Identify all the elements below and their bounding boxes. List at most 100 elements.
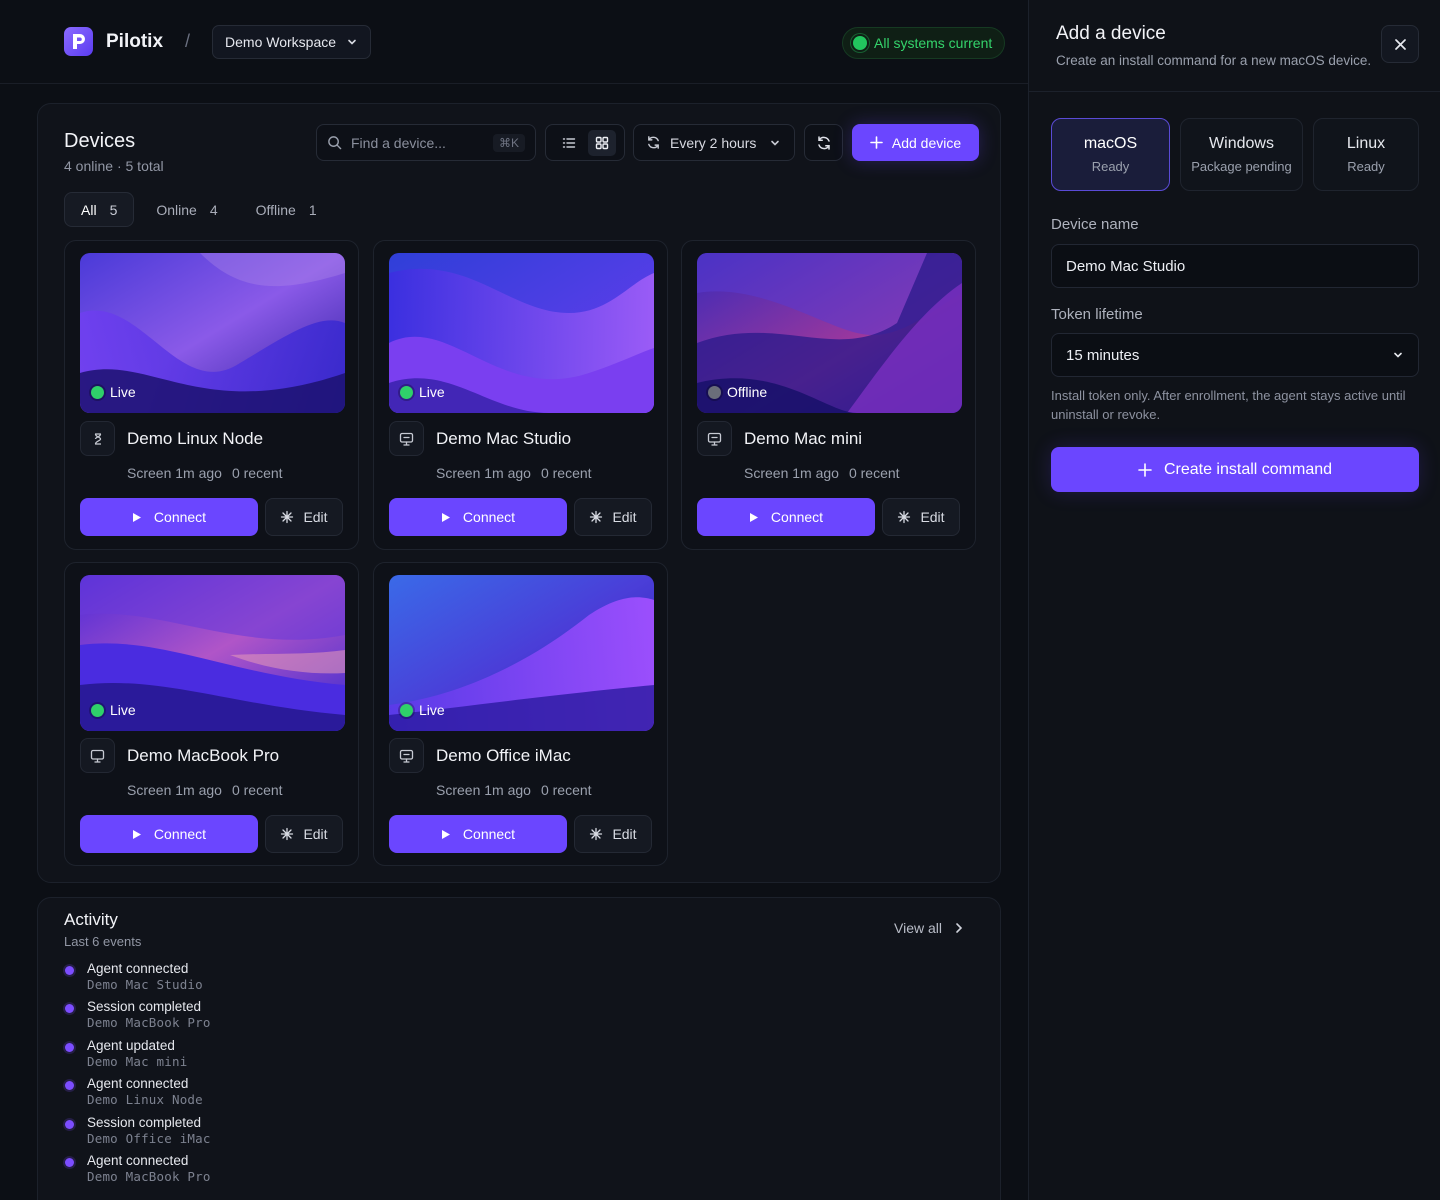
pilotix-logo-icon[interactable] xyxy=(64,27,93,56)
tab-count: 5 xyxy=(109,201,118,218)
connect-label: Connect xyxy=(153,509,207,525)
refresh-interval-select[interactable]: Every 2 hours xyxy=(633,124,795,161)
device-name[interactable]: Demo Office iMac xyxy=(436,746,571,766)
token-lifetime-select[interactable]: 15 minutes xyxy=(1051,333,1419,377)
status-dot-icon xyxy=(853,36,867,50)
view-all-link[interactable]: View all xyxy=(894,920,964,936)
status-label: Live xyxy=(110,702,136,718)
event-dot-icon xyxy=(65,1157,74,1167)
add-device-button[interactable]: Add device xyxy=(852,124,979,161)
refresh-button[interactable] xyxy=(804,124,843,161)
sparkle-icon xyxy=(281,827,294,841)
list-icon xyxy=(562,137,575,148)
edit-label: Edit xyxy=(612,509,637,525)
activity-item[interactable]: Session completed Demo MacBook Pro xyxy=(64,999,211,1037)
screen-time: Screen 1m ago xyxy=(436,782,531,798)
activity-item[interactable]: Session completed Demo Office iMac xyxy=(64,1115,211,1153)
status-label: Live xyxy=(419,384,445,400)
os-name: macOS xyxy=(1083,135,1138,152)
view-toggle[interactable] xyxy=(545,124,625,161)
device-screenshot[interactable]: Live xyxy=(80,253,345,413)
total-count: 5 total xyxy=(125,158,164,174)
list-view-button[interactable] xyxy=(555,130,583,156)
play-icon xyxy=(132,829,141,839)
event-dot-icon xyxy=(65,1081,74,1091)
device-name-field[interactable] xyxy=(1051,244,1419,288)
tab-linux[interactable]: Linux Ready xyxy=(1313,118,1419,191)
edit-button[interactable]: Edit xyxy=(574,498,652,536)
connect-button[interactable]: Connect xyxy=(80,815,258,853)
tab-windows[interactable]: Windows Package pending xyxy=(1180,118,1303,191)
edit-label: Edit xyxy=(303,826,328,842)
offline-status-badge: Offline xyxy=(708,384,767,400)
create-install-command-button[interactable]: Create install command xyxy=(1051,447,1419,492)
event-device: Demo Mac Studio xyxy=(87,977,203,992)
close-icon xyxy=(1394,38,1406,50)
recent-count: 0 recent xyxy=(231,782,283,798)
tab-label: All xyxy=(81,201,97,218)
add-device-label: Add device xyxy=(891,134,962,151)
edit-button[interactable]: Edit xyxy=(265,498,343,536)
connect-button[interactable]: Connect xyxy=(697,498,875,536)
screen-time: Screen 1m ago xyxy=(127,782,222,798)
screen-time: Screen 1m ago xyxy=(436,465,531,481)
live-dot-icon xyxy=(91,703,104,717)
device-search[interactable]: ⌘K xyxy=(316,124,536,161)
edit-button[interactable]: Edit xyxy=(265,815,343,853)
tab-all[interactable]: All 5 xyxy=(64,192,135,227)
monitor-icon xyxy=(80,738,115,773)
device-name-input[interactable] xyxy=(1066,257,1404,275)
close-drawer-button[interactable] xyxy=(1381,25,1419,63)
activity-item[interactable]: Agent connected Demo MacBook Pro xyxy=(64,1153,211,1191)
tab-macos[interactable]: macOS Ready xyxy=(1051,118,1170,191)
tab-offline[interactable]: Offline 1 xyxy=(240,192,333,227)
connect-button[interactable]: Connect xyxy=(389,815,567,853)
device-screenshot[interactable]: Offline xyxy=(697,253,962,413)
recent-count: 0 recent xyxy=(848,465,900,481)
event-dot-icon xyxy=(65,1042,74,1052)
activity-item[interactable]: Agent connected Demo Mac Studio xyxy=(64,961,211,999)
workspace-name: Demo Workspace xyxy=(225,33,337,50)
device-meta: Screen 1m ago 0 recent xyxy=(744,465,900,481)
edit-button[interactable]: Edit xyxy=(574,815,652,853)
sparkle-icon xyxy=(590,510,603,524)
workspace-select[interactable]: Demo Workspace xyxy=(212,24,372,59)
edit-button[interactable]: Edit xyxy=(882,498,960,536)
device-card[interactable]: Offline Demo Mac mini Screen 1m ago 0 re… xyxy=(681,240,976,550)
device-card[interactable]: Live Demo Office iMac Screen 1m ago 0 re… xyxy=(373,562,668,866)
device-name[interactable]: Demo Mac mini xyxy=(744,429,862,449)
search-icon xyxy=(328,136,342,150)
activity-subtitle: Last 6 events xyxy=(64,934,142,949)
event-title: Agent connected xyxy=(87,1152,189,1168)
device-card[interactable]: Live Demo MacBook Pro Screen 1m ago 0 re… xyxy=(64,562,359,866)
tab-online[interactable]: Online 4 xyxy=(140,192,233,227)
connect-button[interactable]: Connect xyxy=(80,498,258,536)
device-name[interactable]: Demo Linux Node xyxy=(127,429,263,449)
grid-view-button[interactable] xyxy=(587,129,616,156)
device-card[interactable]: Live Demo Linux Node Screen 1m ago 0 rec… xyxy=(64,240,359,550)
event-device: Demo Office iMac xyxy=(87,1130,211,1146)
device-name[interactable]: Demo Mac Studio xyxy=(436,429,571,449)
device-card[interactable]: Live Demo Mac Studio Screen 1m ago 0 rec… xyxy=(373,240,668,550)
device-screenshot[interactable]: Live xyxy=(80,575,345,731)
live-status-badge: Live xyxy=(91,384,136,400)
device-screenshot[interactable]: Live xyxy=(389,575,654,731)
system-status-badge[interactable]: All systems current xyxy=(842,27,1006,59)
plus-icon xyxy=(1138,462,1152,477)
view-all-label: View all xyxy=(894,920,942,936)
devices-title: Devices xyxy=(64,130,136,152)
activity-list: Agent connected Demo Mac Studio Session … xyxy=(64,961,211,1191)
connect-button[interactable]: Connect xyxy=(389,498,567,536)
chevron-right-icon xyxy=(956,923,963,933)
activity-item[interactable]: Agent updated Demo Mac mini xyxy=(64,1038,211,1076)
activity-item[interactable]: Agent connected Demo Linux Node xyxy=(64,1076,211,1114)
plus-icon xyxy=(870,136,883,149)
connect-label: Connect xyxy=(462,509,516,525)
event-title: Agent connected xyxy=(87,961,189,976)
device-screenshot[interactable]: Live xyxy=(389,253,654,413)
search-input[interactable] xyxy=(351,134,471,151)
online-count: 4 online xyxy=(64,158,114,174)
device-name[interactable]: Demo MacBook Pro xyxy=(127,746,279,766)
sparkle-icon xyxy=(281,510,294,524)
play-icon xyxy=(441,512,450,522)
